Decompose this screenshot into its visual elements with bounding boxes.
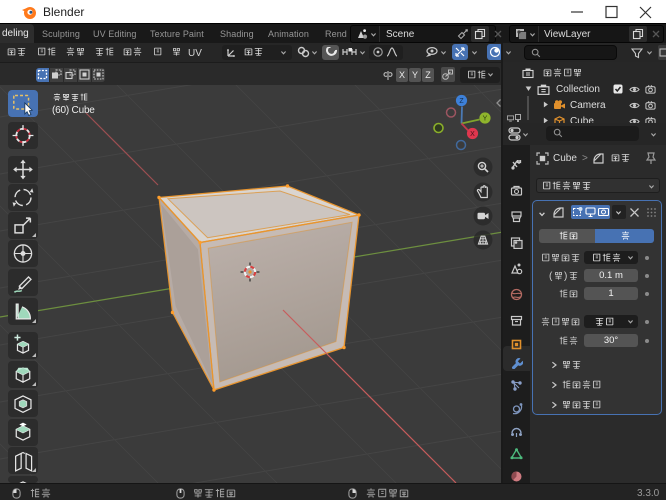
svg-text:Z: Z xyxy=(459,98,464,105)
svg-text:X: X xyxy=(470,131,475,138)
svg-text:Y: Y xyxy=(483,116,488,123)
